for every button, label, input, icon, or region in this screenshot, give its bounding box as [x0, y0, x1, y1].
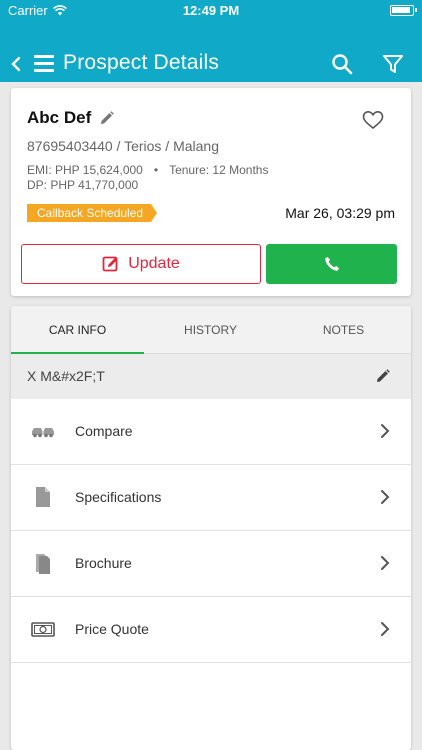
prospect-name: Abc Def — [27, 108, 92, 127]
callback-datetime: Mar 26, 03:29 pm — [285, 205, 395, 221]
phone-model-city: 87695403440 / Terios / Malang — [27, 138, 219, 154]
status-bar: Carrier 12:49 PM — [0, 0, 422, 22]
document-icon — [36, 487, 50, 507]
page-title: Prospect Details — [63, 51, 220, 74]
chevron-right-icon — [381, 490, 390, 504]
list-item-brochure[interactable]: Brochure — [11, 531, 411, 597]
update-button[interactable]: Update — [21, 244, 261, 284]
money-icon — [31, 622, 55, 637]
prospect-card: Abc Def 87695403440 / Terios / Malang EM… — [11, 88, 411, 296]
chevron-right-icon — [381, 556, 390, 570]
back-chevron-icon[interactable] — [8, 52, 24, 76]
menu-icon[interactable] — [34, 55, 54, 73]
list-item-label: Brochure — [75, 555, 132, 571]
compare-cars-icon — [32, 428, 54, 438]
list-item-label: Specifications — [75, 489, 162, 505]
info-separator: • — [153, 163, 159, 177]
app-header: Carrier 12:49 PM Prospect Details — [0, 0, 422, 82]
emi-value: EMI: PHP 15,624,000 — [27, 163, 143, 177]
battery-icon — [390, 5, 417, 16]
edit-square-icon — [102, 256, 118, 272]
variant-text: X M&#x2F;T — [27, 368, 105, 384]
phone-icon — [324, 257, 339, 271]
chevron-right-icon — [381, 622, 390, 636]
call-button[interactable] — [266, 244, 397, 284]
list-item-specifications[interactable]: Specifications — [11, 465, 411, 531]
edit-pencil-icon[interactable] — [99, 110, 115, 126]
tab-bar: CAR INFO HISTORY NOTES — [11, 306, 411, 355]
list-item-price-quote[interactable]: Price Quote — [11, 597, 411, 663]
list-item-compare[interactable]: Compare — [11, 399, 411, 465]
emi-tenure-row: EMI: PHP 15,624,000 • Tenure: 12 Months — [27, 163, 268, 177]
edit-variant-icon[interactable] — [375, 368, 391, 384]
brochure-icon — [36, 554, 50, 574]
tenure-value: Tenure: 12 Months — [169, 163, 269, 177]
status-badge: Callback Scheduled — [27, 204, 158, 222]
variant-row[interactable]: X M&#x2F;T — [11, 354, 411, 399]
nav-row: Prospect Details — [0, 45, 422, 83]
search-icon[interactable] — [330, 52, 354, 76]
tab-car-info[interactable]: CAR INFO — [11, 306, 144, 354]
details-card: CAR INFO HISTORY NOTES X M&#x2F;T Compar… — [11, 306, 411, 750]
list-item-label: Price Quote — [75, 621, 149, 637]
status-time: 12:49 PM — [182, 3, 240, 18]
favorite-heart-icon[interactable] — [362, 110, 384, 130]
update-label: Update — [128, 255, 180, 272]
list-item-label: Compare — [75, 423, 133, 439]
tab-notes[interactable]: NOTES — [277, 306, 410, 354]
chevron-right-icon — [381, 424, 390, 438]
filter-icon[interactable] — [381, 52, 405, 76]
tab-history[interactable]: HISTORY — [144, 306, 277, 354]
dp-value: DP: PHP 41,770,000 — [27, 178, 139, 192]
